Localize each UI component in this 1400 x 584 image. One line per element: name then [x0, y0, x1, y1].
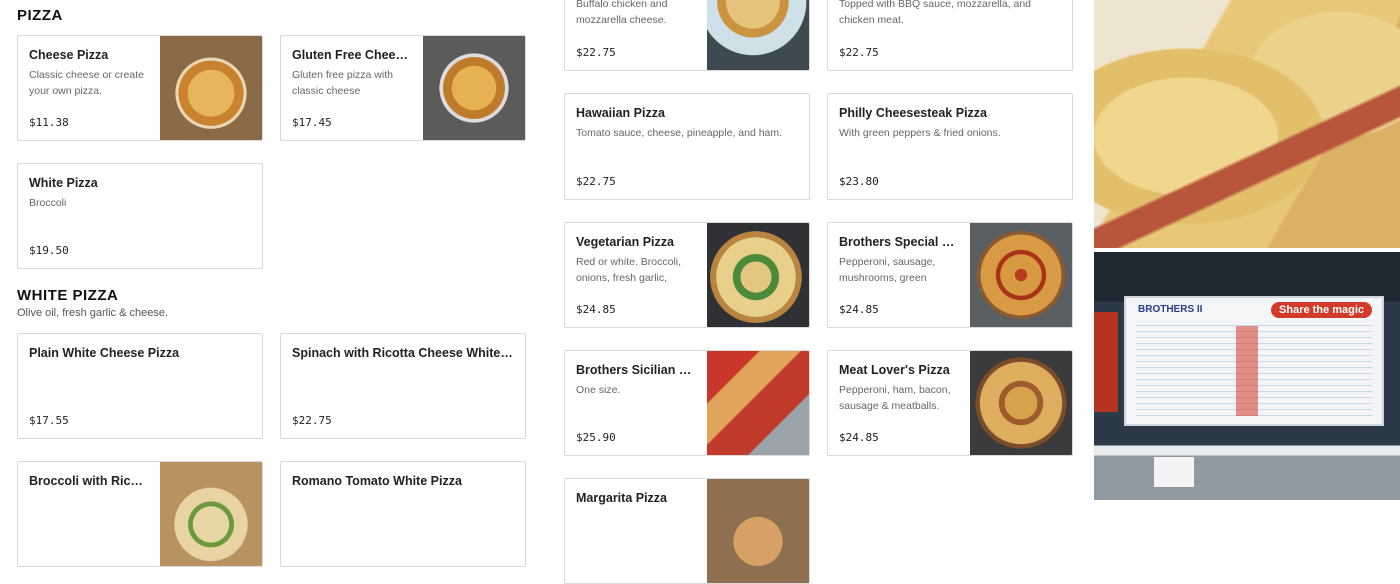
menu-item-broccoli-ricotta-white-pizza[interactable]: Broccoli with Ricotta Cheese White Pizza — [17, 461, 263, 567]
item-description: One size. — [576, 384, 621, 396]
item-description: Gluten free pizza with classic cheese — [292, 69, 393, 97]
item-description: Tomato sauce, cheese, pineapple, and ham… — [576, 127, 783, 139]
item-description: Pepperoni, sausage, mushrooms, green — [839, 256, 936, 284]
item-name: Brothers Sicilian Pizza — [576, 363, 695, 377]
item-photo — [970, 223, 1072, 327]
item-photo — [707, 351, 809, 455]
item-description: Red or white. Broccoli, onions, fresh ga… — [576, 256, 682, 284]
restaurant-photo-menu-board: BROTHERS II Share the magic — [1094, 252, 1400, 500]
item-name: Meat Lover's Pizza — [839, 363, 950, 377]
item-photo — [423, 36, 525, 140]
item-name: Brothers Special Pizza — [839, 235, 958, 249]
item-name: Hawaiian Pizza — [576, 106, 665, 120]
section-title-pizza: PIZZA — [17, 7, 63, 24]
menu-item-gluten-free-pizza[interactable]: Gluten Free Cheese Pizza Gluten free piz… — [280, 35, 526, 141]
menu-item-spinach-ricotta-white-pizza[interactable]: Spinach with Ricotta Cheese White Pizza … — [280, 333, 526, 439]
item-photo — [160, 36, 262, 140]
menu-item-brothers-special-pizza[interactable]: Brothers Special Pizza Pepperoni, sausag… — [827, 222, 1073, 328]
item-price: $22.75 — [292, 414, 332, 427]
item-name: Romano Tomato White Pizza — [292, 474, 462, 488]
menu-board-title: BROTHERS II — [1138, 304, 1203, 315]
menu-item-philly-cheesesteak-pizza[interactable]: Philly Cheesesteak Pizza With green pepp… — [827, 93, 1073, 200]
item-price: $24.85 — [839, 303, 879, 316]
menu-item-plain-white-cheese-pizza[interactable]: Plain White Cheese Pizza $17.55 — [17, 333, 263, 439]
item-price: $22.75 — [839, 46, 879, 59]
menu-item-brothers-sicilian-pizza[interactable]: Brothers Sicilian Pizza One size. $25.90 — [564, 350, 810, 456]
menu-item-hawaiian-pizza[interactable]: Hawaiian Pizza Tomato sauce, cheese, pin… — [564, 93, 810, 200]
item-name: Margarita Pizza — [576, 491, 668, 505]
item-name: Philly Cheesesteak Pizza — [839, 106, 987, 120]
menu-item-meat-lovers-pizza[interactable]: Meat Lover's Pizza Pepperoni, ham, bacon… — [827, 350, 1073, 456]
item-name: Spinach with Ricotta Cheese White Pizza — [292, 346, 515, 360]
item-name: Vegetarian Pizza — [576, 235, 674, 249]
item-description: Broccoli — [29, 197, 67, 209]
item-name: Cheese Pizza — [29, 48, 109, 62]
menu-item-cheese-pizza[interactable]: Cheese Pizza Classic cheese or create yo… — [17, 35, 263, 141]
menu-item-vegetarian-pizza[interactable]: Vegetarian Pizza Red or white. Broccoli,… — [564, 222, 810, 328]
item-photo — [970, 351, 1072, 455]
item-price: $22.75 — [576, 46, 616, 59]
item-description: Buffalo chicken and mozzarella cheese. — [576, 0, 668, 26]
menu-board: BROTHERS II Share the magic — [1124, 296, 1384, 426]
item-price: $22.75 — [576, 175, 616, 188]
menu-item-margarita-pizza[interactable]: Margarita Pizza — [564, 478, 810, 584]
menu-board-red-column — [1236, 326, 1258, 416]
item-price: $25.90 — [576, 431, 616, 444]
menu-item-buffalo-chicken-pizza[interactable]: Buffalo chicken and mozzarella cheese. $… — [564, 0, 810, 71]
item-photo — [160, 462, 262, 566]
restaurant-photo-pizza-slices — [1094, 0, 1400, 248]
section-description: Olive oil, fresh garlic & cheese. — [17, 307, 169, 319]
item-description: Classic cheese or create your own pizza. — [29, 69, 144, 97]
menu-item-romano-tomato-white-pizza[interactable]: Romano Tomato White Pizza — [280, 461, 526, 567]
item-price: $11.38 — [29, 116, 69, 129]
item-price: $19.50 — [29, 244, 69, 257]
item-name: Plain White Cheese Pizza — [29, 346, 180, 360]
counter-notice-paper — [1154, 457, 1194, 487]
item-name: Broccoli with Ricotta Cheese White Pizza — [29, 474, 148, 488]
item-description: With green peppers & fried onions. — [839, 127, 1001, 139]
item-price: $17.45 — [292, 116, 332, 129]
item-price: $24.85 — [576, 303, 616, 316]
menu-item-bbq-chicken-pizza[interactable]: Topped with BBQ sauce, mozzarella, and c… — [827, 0, 1073, 71]
item-name: Gluten Free Cheese Pizza — [292, 48, 411, 62]
menu-item-white-pizza[interactable]: White Pizza Broccoli $19.50 — [17, 163, 263, 269]
item-name: White Pizza — [29, 176, 98, 190]
item-description: Pepperoni, ham, bacon, sausage & meatbal… — [839, 384, 951, 412]
menu-board-tagline: Share the magic — [1271, 302, 1372, 318]
item-photo — [707, 0, 809, 70]
item-photo — [707, 479, 809, 583]
menu-board-side-panel — [1094, 312, 1118, 412]
item-description: Topped with BBQ sauce, mozzarella, and c… — [839, 0, 1032, 26]
item-price: $23.80 — [839, 175, 879, 188]
item-price: $24.85 — [839, 431, 879, 444]
section-title-white-pizza: WHITE PIZZA — [17, 287, 119, 304]
item-photo — [707, 223, 809, 327]
item-price: $17.55 — [29, 414, 69, 427]
